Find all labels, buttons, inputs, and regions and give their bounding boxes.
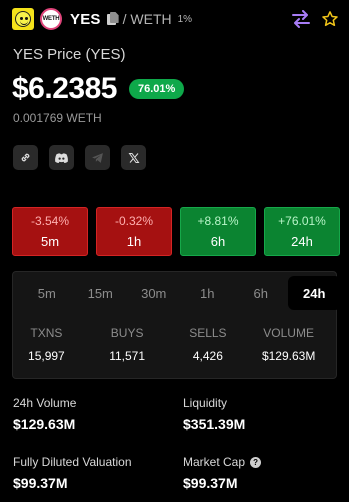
txn-stats-panel: 5m 15m 30m 1h 6h 24h TXNS 15,997 BUYS 11…: [12, 271, 341, 379]
price-weth: 0.001769 WETH: [13, 111, 102, 125]
link-icon[interactable]: [13, 145, 38, 170]
swap-icon[interactable]: [291, 10, 311, 28]
token-header: WETH YES / WETH 1%: [12, 8, 339, 30]
change-6h[interactable]: +8.81% 6h: [180, 207, 256, 256]
tab-5m[interactable]: 5m: [20, 276, 74, 310]
stat-txns: TXNS 15,997: [28, 326, 65, 363]
tab-6h[interactable]: 6h: [234, 276, 288, 310]
metric-fdv: Fully Diluted Valuation $99.37M: [13, 455, 132, 491]
discord-icon[interactable]: [49, 145, 74, 170]
tab-1h[interactable]: 1h: [181, 276, 235, 310]
x-icon[interactable]: [121, 145, 146, 170]
price-usd: $6.2385: [12, 72, 117, 105]
change-5m[interactable]: -3.54% 5m: [12, 207, 88, 256]
stat-buys: BUYS 11,571: [109, 326, 146, 363]
tab-24h[interactable]: 24h: [287, 276, 341, 310]
copy-icon[interactable]: [106, 12, 119, 26]
stat-volume: VOLUME $129.63M: [261, 326, 316, 363]
tab-15m[interactable]: 15m: [74, 276, 128, 310]
price-label: YES Price (YES): [13, 46, 126, 63]
price-change-badge: 76.01%: [128, 79, 185, 99]
chain-logo-icon: WETH: [40, 8, 62, 30]
metric-24h-volume: 24h Volume $129.63M: [13, 396, 77, 432]
social-links: [13, 145, 146, 170]
change-1h[interactable]: -0.32% 1h: [96, 207, 172, 256]
info-icon[interactable]: ?: [250, 456, 262, 468]
tab-30m[interactable]: 30m: [127, 276, 181, 310]
price-change-row: -3.54% 5m -0.32% 1h +8.81% 6h +76.01% 24…: [12, 207, 340, 256]
fee-tier: 1%: [177, 13, 193, 25]
metric-liquidity: Liquidity $351.39M: [183, 396, 246, 432]
star-icon[interactable]: [321, 10, 339, 28]
token-symbol: YES: [70, 10, 101, 28]
change-24h[interactable]: +76.01% 24h: [264, 207, 340, 256]
metric-market-cap: Market Cap? $99.37M: [183, 455, 262, 491]
pair-quote: / WETH: [122, 11, 172, 27]
telegram-icon[interactable]: [85, 145, 110, 170]
token-logo-icon: [12, 8, 34, 30]
timeframe-tabs: 5m 15m 30m 1h 6h 24h: [20, 276, 341, 310]
stat-sells: SELLS 4,426: [189, 326, 227, 363]
